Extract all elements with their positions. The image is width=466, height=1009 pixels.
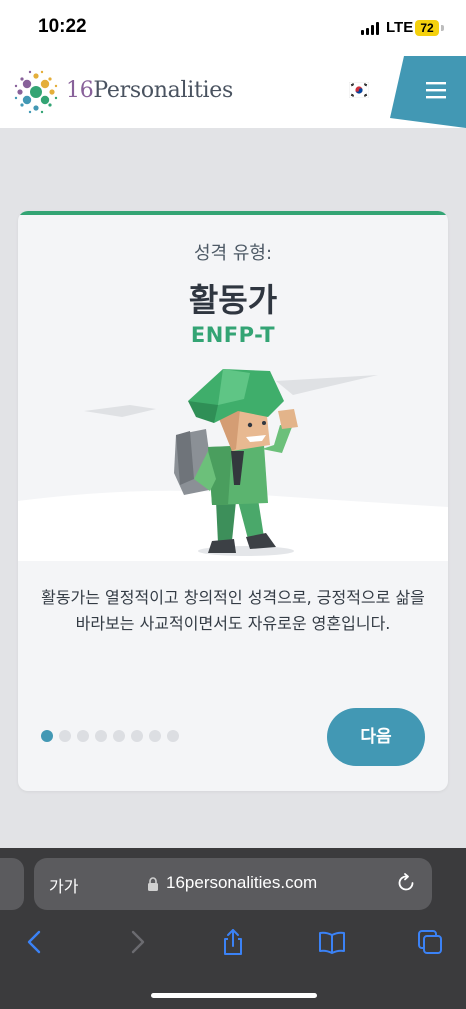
status-time: 10:22 — [38, 16, 87, 37]
campaigner-illustration — [18, 369, 448, 561]
url-text[interactable]: 16personalities.com — [166, 873, 317, 893]
logo-icon[interactable] — [13, 69, 59, 115]
card-accent-bar — [18, 211, 448, 215]
pagination-dot[interactable] — [59, 730, 71, 742]
personality-title: 활동가 — [188, 281, 278, 319]
pagination-dot[interactable] — [95, 730, 107, 742]
battery-tip — [441, 25, 444, 31]
personality-card: 성격 유형: 활동가 ENFP-T 활동가는 열정적이고 창의적인 성격으로, … — [18, 211, 448, 791]
pagination-dot[interactable] — [131, 730, 143, 742]
menu-button[interactable] — [390, 56, 466, 128]
brand-logo-text[interactable]: 16Personalities — [66, 78, 233, 103]
previous-tab-preview[interactable] — [0, 858, 24, 910]
card-kicker: 성격 유형: — [193, 243, 273, 264]
share-icon[interactable] — [219, 928, 247, 956]
next-button[interactable]: 다음 — [327, 708, 425, 766]
home-indicator[interactable] — [151, 993, 317, 998]
brand-name: Personalities — [93, 78, 233, 103]
pagination-dot[interactable] — [77, 730, 89, 742]
signal-icon — [361, 22, 379, 35]
browser-bottom-bar: 가가 16personalities.com — [0, 848, 466, 1009]
bookmarks-icon[interactable] — [318, 928, 346, 956]
network-label: LTE — [386, 19, 414, 36]
pagination-dot[interactable] — [41, 730, 53, 742]
status-bar: 10:22 LTE 72 — [0, 0, 466, 56]
pagination-dot[interactable] — [167, 730, 179, 742]
pagination-dots — [41, 730, 179, 742]
personality-code: ENFP-T — [190, 323, 276, 347]
address-bar[interactable]: 가가 16personalities.com — [34, 858, 432, 910]
hamburger-menu-icon[interactable] — [390, 56, 466, 128]
text-size-button[interactable]: 가가 — [49, 873, 78, 897]
korea-flag-icon[interactable] — [349, 82, 369, 98]
brand-number: 16 — [66, 78, 94, 103]
site-header: 16Personalities — [0, 56, 466, 128]
tabs-icon[interactable] — [416, 928, 444, 956]
reload-icon[interactable] — [395, 872, 417, 894]
personality-description: 활동가는 열정적이고 창의적인 성격으로, 긍정적으로 삶을 바라보는 사교적이… — [41, 588, 425, 633]
forward-icon[interactable] — [122, 928, 150, 956]
pagination-dot[interactable] — [113, 730, 125, 742]
pagination-dot[interactable] — [149, 730, 161, 742]
battery-icon: 72 — [415, 20, 439, 36]
lock-icon — [148, 877, 158, 891]
back-icon[interactable] — [22, 928, 50, 956]
